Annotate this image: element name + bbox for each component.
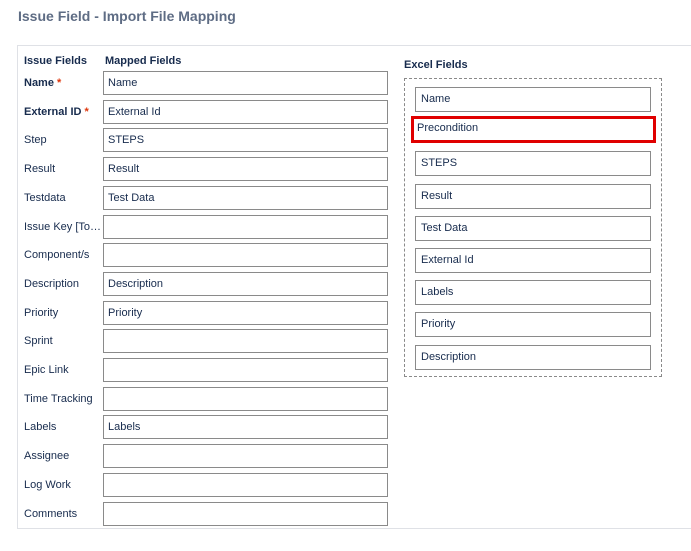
field-label: Component/s bbox=[24, 242, 102, 268]
mapped-field-input[interactable]: Priority bbox=[103, 301, 388, 325]
excel-field-item[interactable]: Result bbox=[415, 184, 651, 209]
excel-field-item[interactable]: Priority bbox=[415, 312, 651, 337]
field-label-text: Name bbox=[24, 77, 54, 89]
required-marker: * bbox=[53, 77, 62, 89]
field-label: Name * bbox=[24, 70, 102, 96]
mapped-field-input[interactable]: Labels bbox=[103, 415, 388, 439]
excel-field-item[interactable]: Labels bbox=[415, 280, 651, 305]
mapped-field-input[interactable]: Name bbox=[103, 71, 388, 95]
mapped-field-input[interactable] bbox=[103, 502, 388, 526]
mapped-field-input[interactable]: Description bbox=[103, 272, 388, 296]
mapped-field-input[interactable] bbox=[103, 215, 388, 239]
excel-fields-header: Excel Fields bbox=[404, 59, 468, 71]
field-label: Sprint bbox=[24, 328, 102, 354]
field-label-text: Assignee bbox=[24, 450, 70, 462]
excel-field-item[interactable]: STEPS bbox=[415, 151, 651, 176]
excel-field-item[interactable]: Description bbox=[415, 345, 651, 370]
excel-field-item[interactable]: Test Data bbox=[415, 216, 651, 241]
mapped-field-input[interactable] bbox=[103, 329, 388, 353]
mapped-fields-header: Mapped Fields bbox=[105, 55, 182, 67]
field-label-text: Comments bbox=[24, 508, 78, 520]
mapped-field-input[interactable] bbox=[103, 387, 388, 411]
field-label-text: External ID bbox=[24, 106, 82, 118]
field-label-text: Result bbox=[24, 163, 56, 175]
field-label-text: Testdata bbox=[24, 192, 66, 204]
field-label-text: Log Work bbox=[24, 479, 71, 491]
field-label: Description bbox=[24, 271, 102, 297]
field-label-text: Labels bbox=[24, 421, 57, 433]
field-label-text: Time Tracking bbox=[24, 393, 93, 405]
field-label: Step bbox=[24, 127, 102, 153]
field-label-text: Sprint bbox=[24, 335, 53, 347]
excel-field-item[interactable]: External Id bbox=[415, 248, 651, 273]
required-marker: * bbox=[81, 106, 89, 118]
field-label: Testdata bbox=[24, 185, 102, 211]
field-label: Epic Link bbox=[24, 357, 102, 383]
mapped-field-input[interactable]: STEPS bbox=[103, 128, 388, 152]
mapped-field-input[interactable] bbox=[103, 358, 388, 382]
mapped-field-input[interactable]: Result bbox=[103, 157, 388, 181]
mapped-field-input[interactable] bbox=[103, 473, 388, 497]
field-label-text: Description bbox=[24, 278, 80, 290]
mapped-field-input[interactable] bbox=[103, 243, 388, 267]
field-label-text: Priority bbox=[24, 307, 59, 319]
field-label: External ID * bbox=[24, 99, 102, 125]
field-label: Issue Key [To a... bbox=[24, 214, 102, 240]
field-label-text: Step bbox=[24, 134, 47, 146]
field-label: Time Tracking bbox=[24, 386, 102, 412]
excel-field-item[interactable]: Precondition bbox=[411, 116, 656, 143]
field-label: Log Work bbox=[24, 472, 102, 498]
field-label: Labels bbox=[24, 414, 102, 440]
field-label: Assignee bbox=[24, 443, 102, 469]
field-label: Priority bbox=[24, 300, 102, 326]
issue-fields-header: Issue Fields bbox=[24, 55, 87, 67]
mapped-field-input[interactable]: External Id bbox=[103, 100, 388, 124]
mapped-field-input[interactable] bbox=[103, 444, 388, 468]
field-label-text: Issue Key [To a... bbox=[24, 221, 102, 233]
field-label: Comments bbox=[24, 501, 102, 527]
field-label-text: Epic Link bbox=[24, 364, 69, 376]
excel-field-item[interactable]: Name bbox=[415, 87, 651, 112]
field-label: Result bbox=[24, 156, 102, 182]
mapped-field-input[interactable]: Test Data bbox=[103, 186, 388, 210]
page-title: Issue Field - Import File Mapping bbox=[18, 8, 236, 24]
field-label-text: Component/s bbox=[24, 249, 90, 261]
